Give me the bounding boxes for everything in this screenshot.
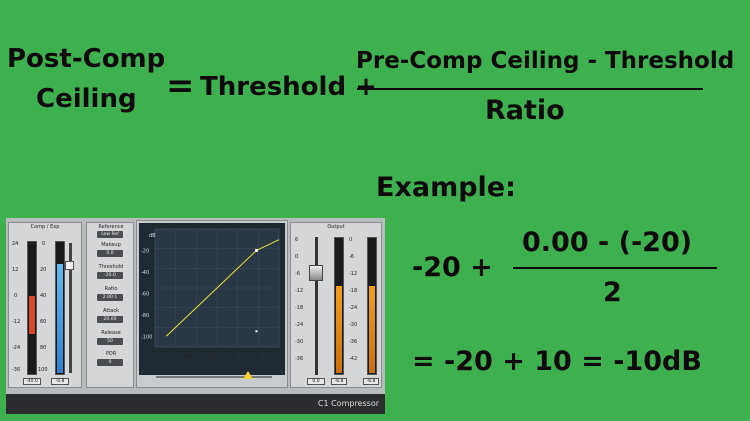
- graph-y-tick: -80: [141, 313, 149, 319]
- graph-x-tick: -100: [160, 355, 171, 361]
- input-meter: [55, 241, 65, 375]
- formula-denominator: Ratio: [485, 95, 565, 126]
- graph-unit-label: dB: [149, 233, 156, 239]
- output-fader-readout: 0.0: [307, 378, 325, 385]
- output-meter-left: [334, 237, 344, 375]
- output-fader-handle[interactable]: [309, 265, 323, 281]
- ratio-value[interactable]: 2.00:1: [97, 294, 123, 301]
- comp-exp-label: Comp / Exp: [30, 224, 60, 230]
- makeup-label: Makeup: [101, 242, 121, 248]
- example-denominator: 2: [603, 277, 622, 308]
- pdr-value[interactable]: 0: [97, 359, 123, 366]
- pdr-label: PDR: [105, 351, 117, 357]
- graph-x-tick: -20: [250, 355, 258, 361]
- comp-scale-tick: 24: [12, 241, 19, 247]
- transfer-graph-svg: -20 -40 -60 -80 -100 -100 -80 -60 -40 -20 0: [141, 228, 280, 361]
- graph-y-tick: -60: [141, 291, 149, 297]
- expander-slider-handle[interactable]: [65, 261, 74, 270]
- c1-compressor-plugin: Comp / Exp 24 12 0 -12 -24 -36 0 20 40 6…: [6, 218, 385, 414]
- transfer-graph: -20 -40 -60 -80 -100 -100 -80 -60 -40 -20 0 dB: [139, 223, 285, 375]
- graph-x-tick: -40: [228, 355, 236, 361]
- fader-scale-tick: -36: [295, 356, 304, 362]
- exp-scale-tick: 20: [40, 267, 47, 273]
- output-right-readout: -6.8: [363, 378, 379, 385]
- lhs-line2: Ceiling: [36, 84, 137, 114]
- output-left-readout: -6.8: [331, 378, 347, 385]
- fader-scale-tick: -30: [295, 339, 304, 345]
- release-value[interactable]: 50: [97, 338, 123, 345]
- output-meter-left-fill: [336, 286, 342, 373]
- meter-scale-tick: -42: [349, 356, 358, 362]
- release-label: Release: [101, 330, 121, 336]
- exp-readout: -6.8: [51, 378, 69, 385]
- example-fraction-bar: [513, 267, 717, 269]
- plugin-name: C1 Compressor: [317, 399, 379, 408]
- gain-reduction-fill: [29, 296, 35, 334]
- meter-scale-tick: -18: [349, 288, 358, 294]
- equals-sign: =: [166, 66, 195, 106]
- output-panel: Output 6 0 -6 -12 -18 -24 -30 -36 0 -6 -12 -18 -24 -…: [290, 222, 382, 388]
- fader-scale-tick: 6: [295, 237, 299, 243]
- graph-y-tick: -40: [141, 270, 149, 276]
- graph-x-tick: 0: [273, 355, 276, 361]
- controls-panel: Reference Low Ref Makeup 0.0 Threshold -…: [86, 222, 134, 388]
- plugin-footer: C1 Compressor: [6, 394, 385, 414]
- graph-y-tick: -20: [141, 248, 149, 254]
- example-result: = -20 + 10 = -10dB: [412, 346, 702, 377]
- meter-scale-tick: -12: [349, 271, 358, 277]
- exp-scale-tick: 0: [42, 241, 46, 247]
- exp-scale-tick: 100: [38, 367, 48, 373]
- comp-scale-tick: -24: [12, 345, 21, 351]
- output-meter-right: [367, 237, 377, 375]
- formula-term1: Threshold +: [200, 72, 377, 102]
- ratio-label: Ratio: [104, 286, 118, 292]
- meter-scale-tick: -30: [349, 322, 358, 328]
- comp-scale-tick: 12: [12, 267, 19, 273]
- threshold-value[interactable]: -20.0: [97, 272, 123, 279]
- reference-value[interactable]: Low Ref: [97, 231, 123, 238]
- output-meter-right-fill: [369, 286, 375, 373]
- meter-scale-tick: -36: [349, 339, 358, 345]
- comp-exp-panel: Comp / Exp 24 12 0 -12 -24 -36 0 20 40 6…: [8, 222, 82, 388]
- makeup-value[interactable]: 0.0: [97, 250, 123, 257]
- example-term1: -20 +: [412, 252, 493, 283]
- fader-scale-tick: -6: [295, 271, 300, 277]
- comp-scale-tick: -36: [12, 367, 21, 373]
- example-numerator: 0.00 - (-20): [522, 227, 693, 258]
- meter-scale-tick: -24: [349, 305, 358, 311]
- threshold-slider-track[interactable]: [156, 376, 272, 378]
- threshold-label: Threshold: [98, 264, 124, 270]
- input-meter-fill: [57, 264, 63, 373]
- attack-value[interactable]: 20.00: [97, 316, 123, 323]
- example-heading: Example:: [376, 172, 516, 203]
- fader-scale-tick: -12: [295, 288, 304, 294]
- lhs-line1: Post-Comp: [7, 44, 166, 74]
- meter-scale-tick: 0: [349, 237, 353, 243]
- output-fader-track[interactable]: [315, 237, 318, 375]
- exp-scale-tick: 80: [40, 345, 47, 351]
- fader-scale-tick: -24: [295, 322, 304, 328]
- threshold-slider-handle[interactable]: [243, 371, 253, 379]
- attack-label: Attack: [103, 308, 119, 314]
- gain-reduction-meter: [27, 241, 37, 375]
- graph-x-tick: -60: [205, 355, 213, 361]
- formula-fraction-bar: [357, 88, 703, 90]
- fader-scale-tick: -18: [295, 305, 304, 311]
- comp-scale-tick: -12: [12, 319, 21, 325]
- meter-scale-tick: -6: [349, 254, 354, 260]
- comp-scale-tick: 0: [14, 293, 18, 299]
- fader-scale-tick: 0: [295, 254, 299, 260]
- output-label: Output: [327, 224, 345, 230]
- comp-readout: -40.0: [23, 378, 41, 385]
- exp-scale-tick: 40: [40, 293, 47, 299]
- graph-x-tick: -80: [183, 355, 191, 361]
- exp-scale-tick: 60: [40, 319, 47, 325]
- reference-label: Reference: [98, 224, 124, 230]
- graph-y-tick: -100: [141, 334, 152, 340]
- formula-numerator: Pre-Comp Ceiling - Threshold: [356, 48, 735, 74]
